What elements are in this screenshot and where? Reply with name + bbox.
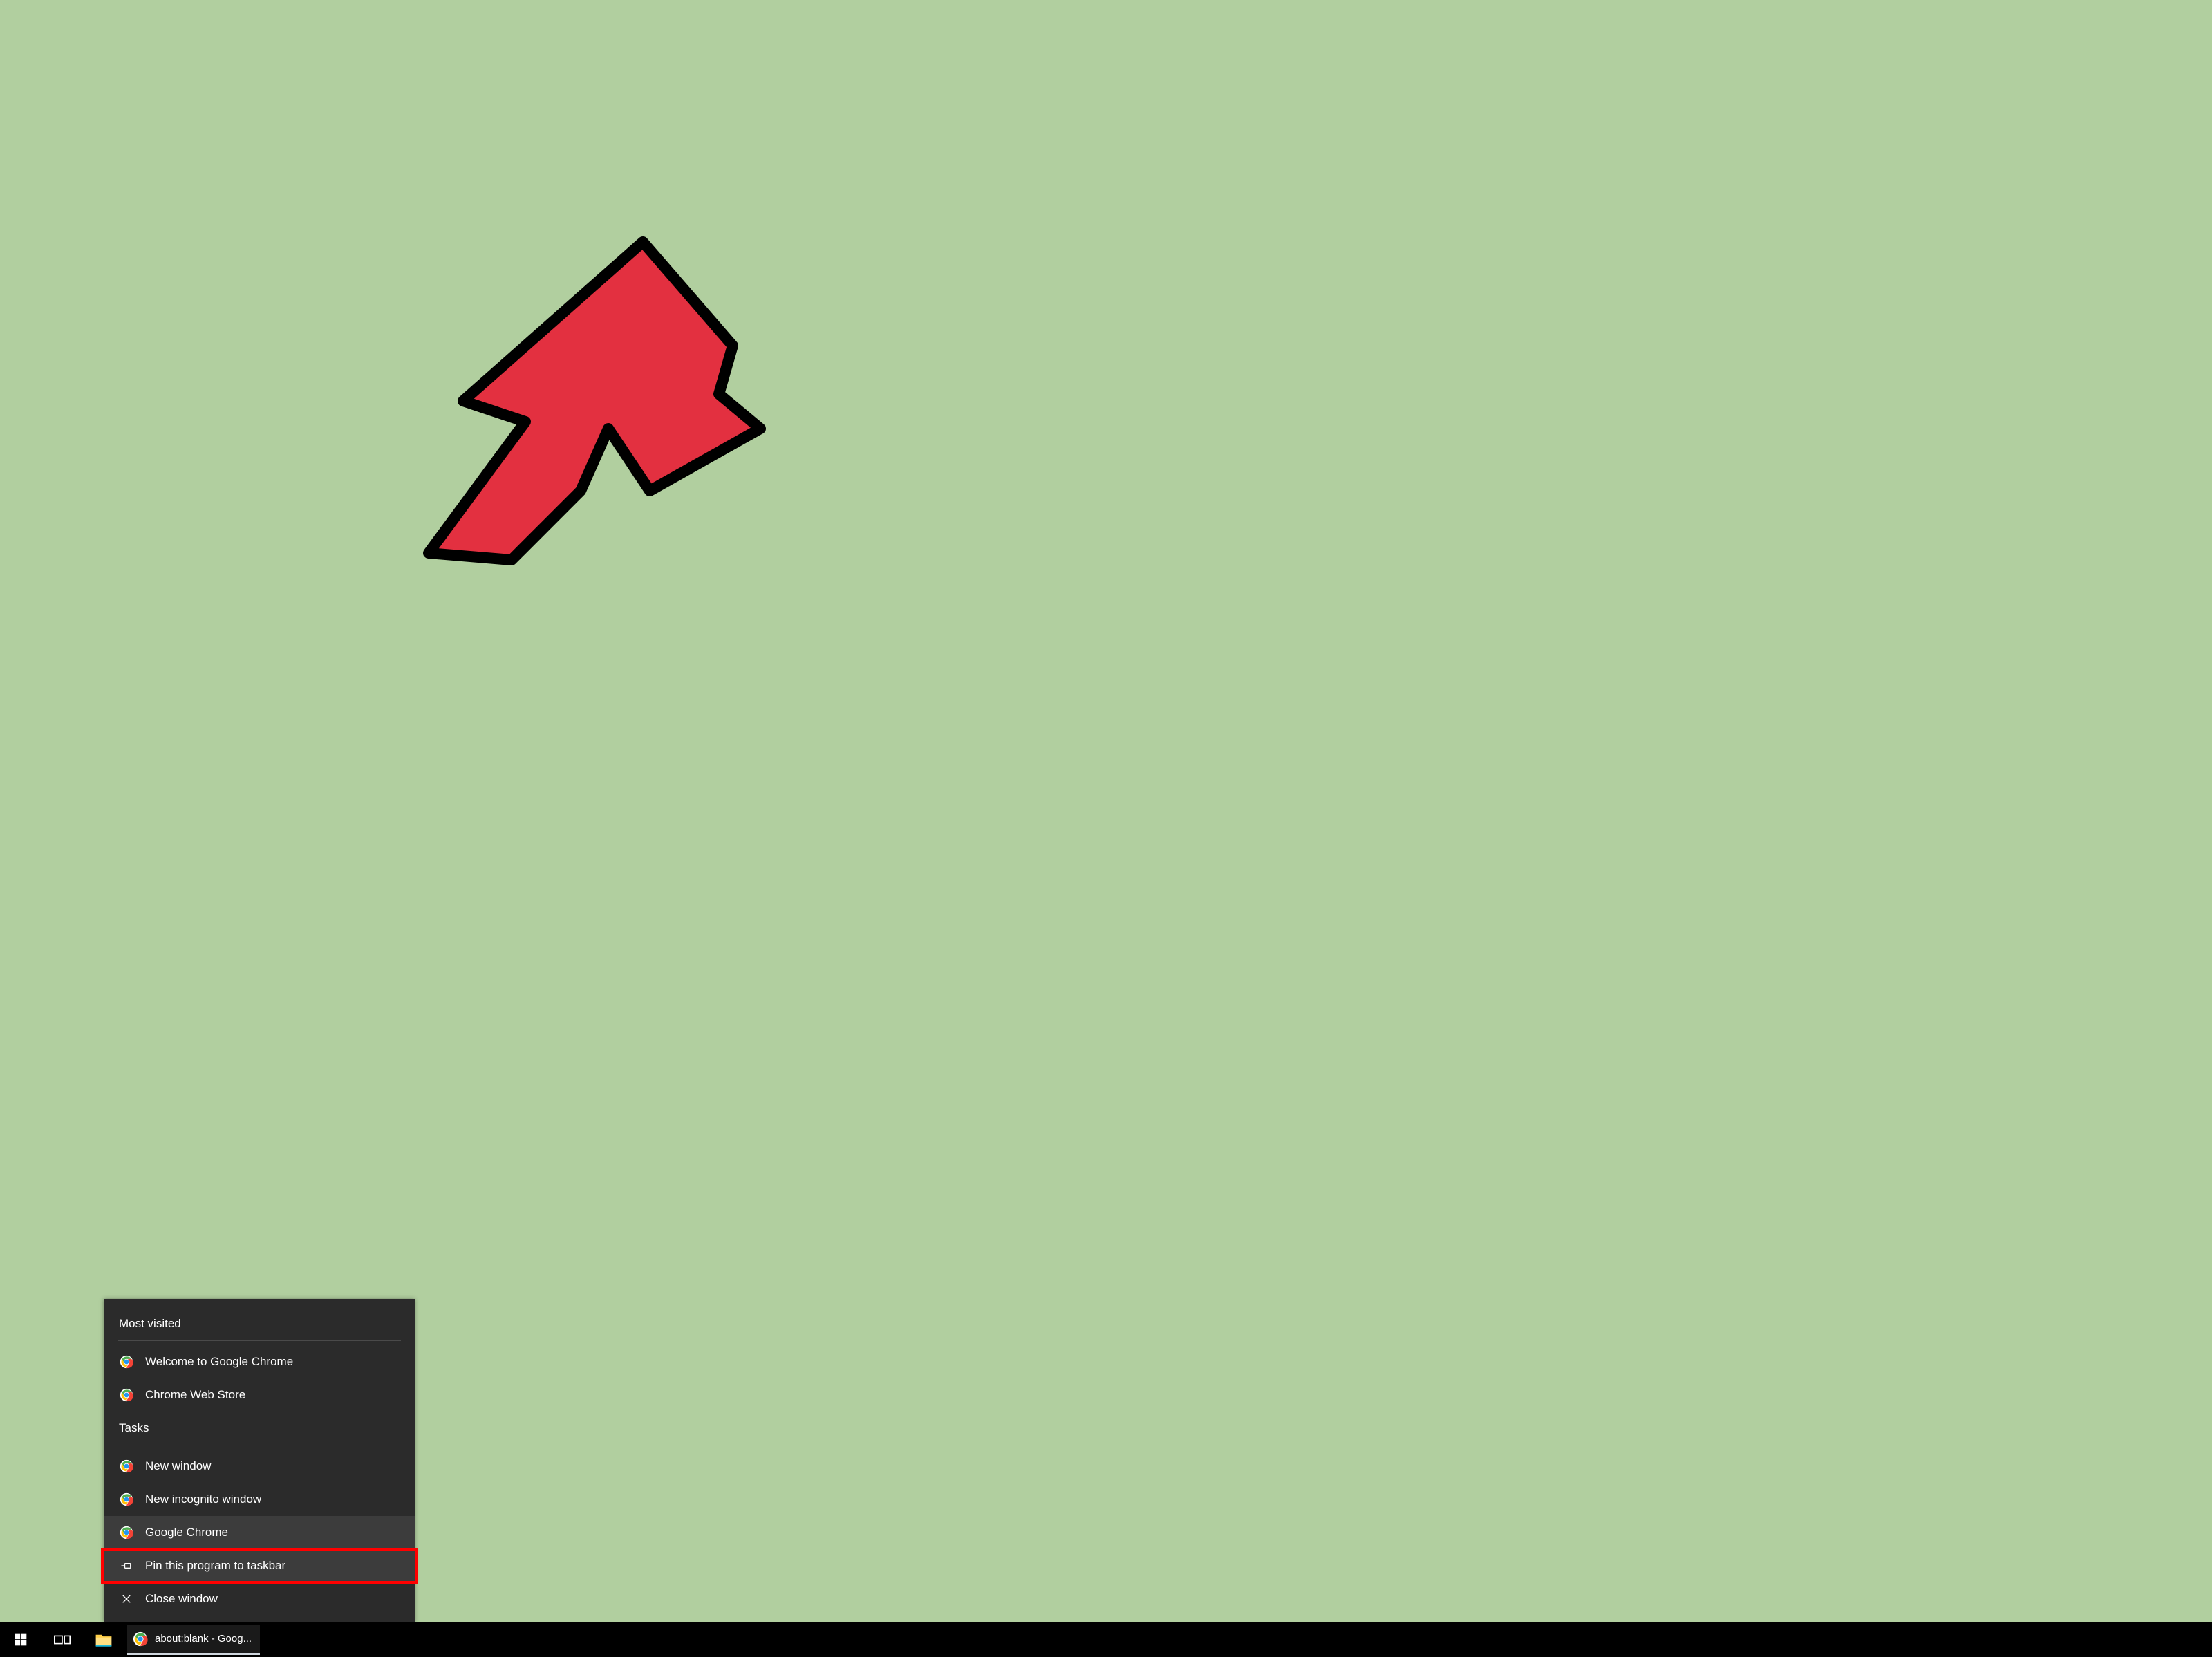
file-explorer-icon [95,1632,113,1647]
jump-list-section-most-visited: Most visited [104,1311,415,1338]
jump-list-item-label: Close window [145,1592,218,1606]
taskbar-running-label: about:blank - Goog... [155,1633,252,1645]
jump-list-item-label: Welcome to Google Chrome [145,1355,293,1369]
jump-list-item-chrome-web-store[interactable]: Chrome Web Store [104,1378,415,1412]
taskbar-jump-list: Most visited Welcome to Google Chrome [104,1299,415,1622]
jump-list-section-tasks: Tasks [104,1412,415,1442]
separator [118,1340,401,1341]
chrome-icon [119,1492,134,1507]
chrome-icon [119,1525,134,1540]
taskbar: about:blank - Goog... [0,1622,2212,1657]
jump-list-item-label: Pin this program to taskbar [145,1559,285,1573]
pin-icon [119,1558,134,1573]
file-explorer-button[interactable] [83,1622,124,1657]
chrome-icon [119,1387,134,1403]
close-icon [119,1591,134,1607]
annotation-arrow-icon [387,228,774,588]
chrome-icon [119,1354,134,1369]
taskbar-running-chrome[interactable]: about:blank - Goog... [127,1625,260,1655]
jump-list-item-new-incognito-window[interactable]: New incognito window [104,1483,415,1516]
jump-list-item-welcome-chrome[interactable]: Welcome to Google Chrome [104,1345,415,1378]
desktop[interactable]: Most visited Welcome to Google Chrome [0,0,2212,1657]
jump-list-item-google-chrome[interactable]: Google Chrome [104,1516,415,1549]
task-view-icon [54,1633,71,1647]
jump-list-item-label: New window [145,1459,211,1473]
chrome-icon [119,1459,134,1474]
jump-list-item-label: New incognito window [145,1492,261,1506]
jump-list-item-label: Chrome Web Store [145,1388,245,1402]
jump-list-item-new-window[interactable]: New window [104,1450,415,1483]
start-button[interactable] [0,1622,41,1657]
chrome-icon [133,1631,148,1647]
jump-list-item-pin-to-taskbar[interactable]: Pin this program to taskbar [104,1549,415,1582]
windows-logo-icon [14,1633,28,1647]
jump-list-item-close-window[interactable]: Close window [104,1582,415,1616]
task-view-button[interactable] [41,1622,83,1657]
jump-list-item-label: Google Chrome [145,1526,228,1539]
